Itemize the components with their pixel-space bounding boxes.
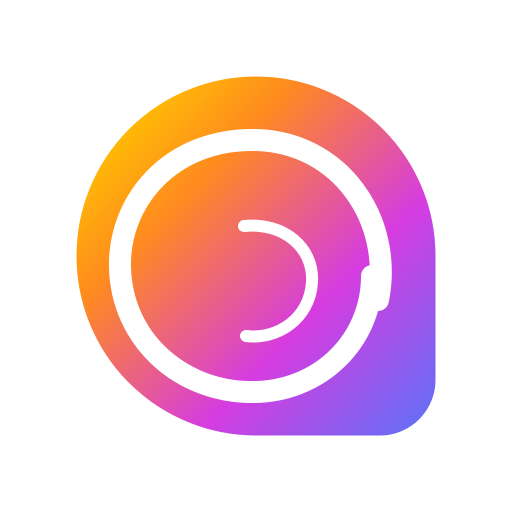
spiral-shell-icon <box>75 75 437 437</box>
app-icon-canvas <box>0 0 512 512</box>
